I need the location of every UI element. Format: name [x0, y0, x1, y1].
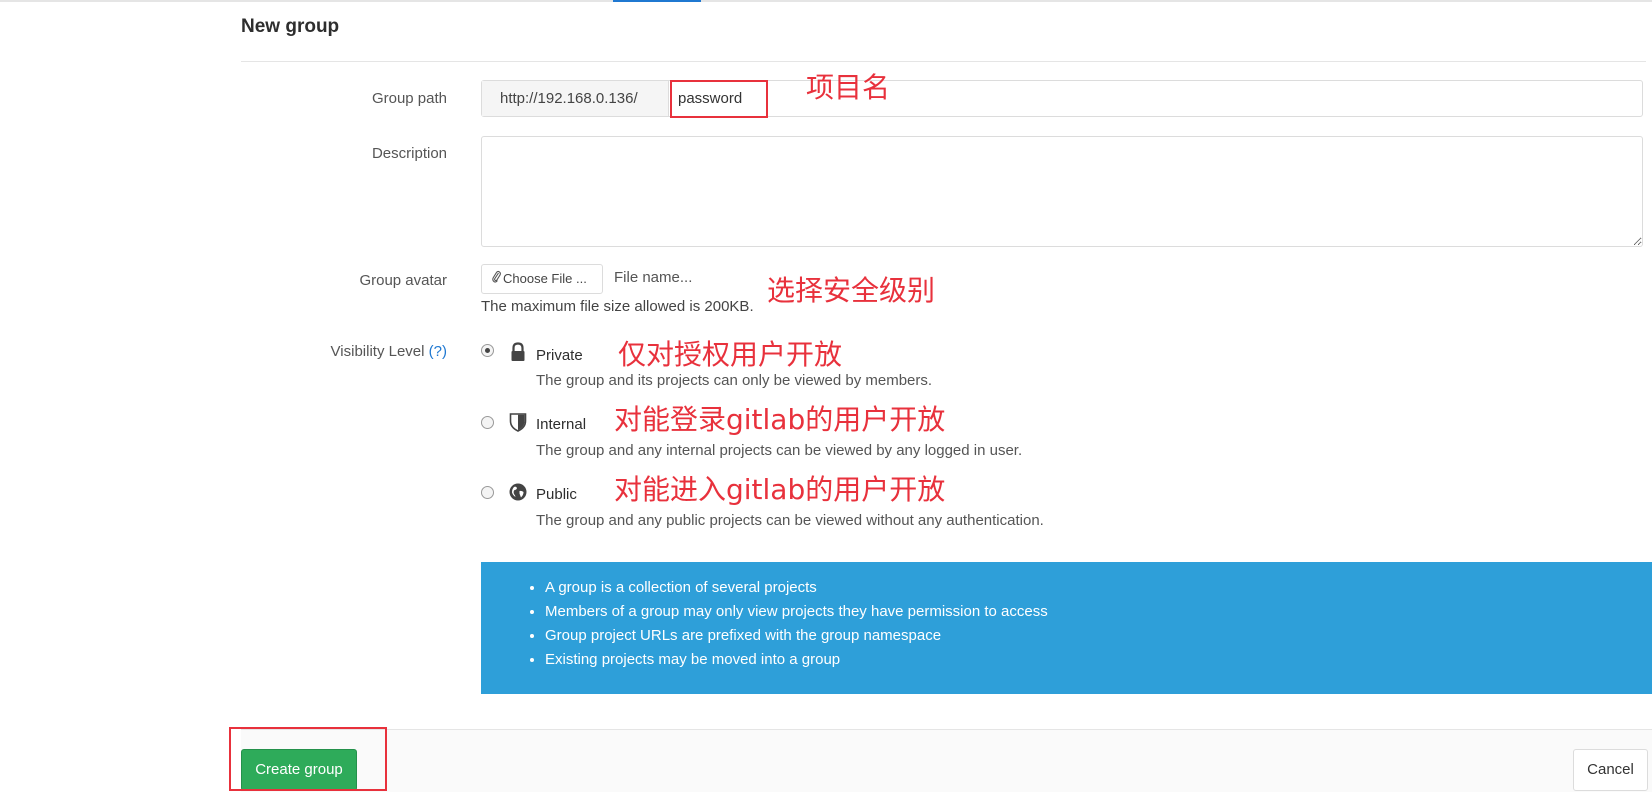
file-size-help: The maximum file size allowed is 200KB. — [481, 298, 754, 315]
paperclip-icon — [492, 265, 501, 293]
annotation-choose-security: 选择安全级别 — [767, 274, 936, 307]
active-nav-underline — [613, 0, 701, 2]
group-avatar-label: Group avatar — [359, 272, 447, 289]
visibility-private-description: The group and its projects can only be v… — [536, 372, 933, 389]
group-path-label: Group path — [371, 90, 447, 107]
create-button-highlight-box — [229, 727, 387, 791]
title-divider — [241, 61, 1646, 62]
description-label: Description — [371, 145, 447, 162]
group-info-box: A group is a collection of several proje… — [481, 562, 1652, 694]
shield-icon — [509, 412, 527, 432]
visibility-internal-description: The group and any internal projects can … — [536, 442, 1023, 459]
visibility-public-title: Public — [536, 486, 577, 503]
top-border — [0, 0, 1652, 2]
visibility-label: Visibility Level (?) — [242, 343, 447, 360]
description-textarea[interactable] — [481, 136, 1643, 247]
lock-icon — [509, 342, 527, 362]
visibility-label-text: Visibility Level — [330, 343, 425, 360]
visibility-public-radio[interactable] — [481, 486, 494, 499]
visibility-public-description: The group and any public projects can be… — [536, 512, 1044, 529]
group-path-prefix: http://192.168.0.136/ — [482, 81, 669, 116]
file-name-text: File name... — [614, 269, 693, 286]
globe-icon — [509, 482, 527, 502]
annotation-private: 仅对授权用户开放 — [618, 338, 843, 371]
visibility-private-title: Private — [536, 347, 583, 364]
annotation-internal: 对能登录gitlab的用户开放 — [614, 403, 946, 436]
list-item: Existing projects may be moved into a gr… — [545, 648, 1652, 672]
visibility-internal-radio[interactable] — [481, 416, 494, 429]
list-item: A group is a collection of several proje… — [545, 576, 1652, 600]
path-highlight-box — [670, 80, 768, 118]
group-path-field: http://192.168.0.136/ — [481, 80, 1643, 117]
cancel-button[interactable]: Cancel — [1573, 749, 1648, 791]
choose-file-button[interactable]: Choose File ... — [481, 264, 603, 294]
annotation-public: 对能进入gitlab的用户开放 — [614, 473, 946, 506]
form-actions — [241, 729, 1652, 792]
list-item: Group project URLs are prefixed with the… — [545, 624, 1652, 648]
visibility-internal-title: Internal — [536, 416, 587, 433]
annotation-project-name: 项目名 — [806, 71, 891, 104]
list-item: Members of a group may only view project… — [545, 600, 1652, 624]
visibility-help-link[interactable]: (?) — [429, 343, 447, 360]
page-title: New group — [241, 16, 340, 37]
choose-file-label: Choose File ... — [503, 271, 587, 286]
group-info-list: A group is a collection of several proje… — [545, 576, 1652, 672]
visibility-private-radio[interactable] — [481, 344, 494, 357]
